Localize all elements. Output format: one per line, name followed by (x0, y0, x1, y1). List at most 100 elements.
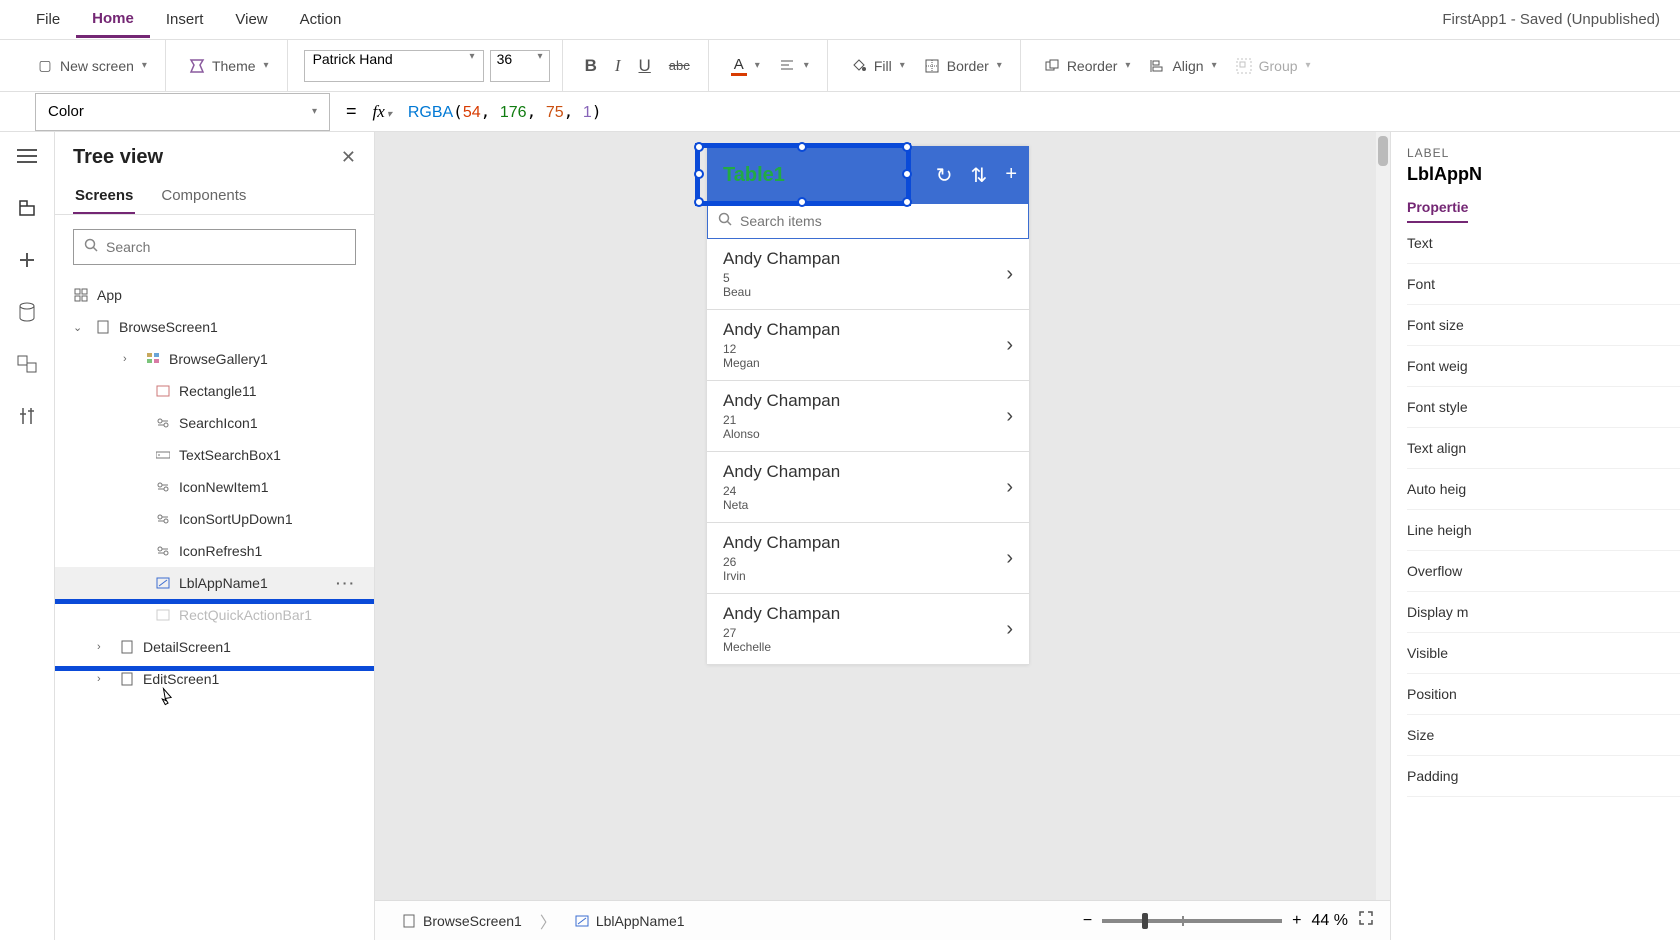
sort-icon[interactable]: ⇅ (971, 163, 988, 188)
add-icon[interactable] (15, 248, 39, 272)
property-row[interactable]: Visible (1407, 633, 1680, 674)
fill-button[interactable]: Fill ▾ (844, 53, 911, 79)
chevron-right-icon[interactable]: › (1006, 405, 1013, 428)
property-row[interactable]: Font weig (1407, 346, 1680, 387)
gallery-item[interactable]: Andy Champan12Megan› (707, 310, 1029, 381)
refresh-icon[interactable]: ↻ (936, 163, 953, 188)
fit-screen-button[interactable] (1358, 910, 1374, 931)
tree-item-textsearch[interactable]: TextSearchBox1 (55, 439, 374, 471)
data-icon[interactable] (15, 300, 39, 324)
menu-insert[interactable]: Insert (150, 3, 220, 36)
gallery-item[interactable]: Andy Champan27Mechelle› (707, 594, 1029, 665)
expand-icon[interactable]: › (97, 673, 111, 685)
property-row[interactable]: Display m (1407, 592, 1680, 633)
theme-button[interactable]: Theme ▾ (182, 53, 275, 79)
chevron-right-icon[interactable]: › (1006, 263, 1013, 286)
tree-view-icon[interactable] (15, 196, 39, 220)
plus-icon[interactable]: + (1005, 163, 1017, 188)
item-subtitle: Alonso (723, 427, 1006, 441)
property-row[interactable]: Line heigh (1407, 510, 1680, 551)
breadcrumb-control[interactable]: LblAppName1 (564, 909, 695, 933)
tree-item-gallery[interactable]: › BrowseGallery1 (55, 343, 374, 375)
property-row[interactable]: Text align (1407, 428, 1680, 469)
expand-icon[interactable]: › (123, 353, 137, 365)
rectangle-icon (155, 383, 171, 399)
fx-icon[interactable]: fx▾ (373, 102, 398, 122)
vertical-scrollbar[interactable] (1376, 132, 1390, 900)
close-icon[interactable]: ✕ (341, 147, 356, 168)
properties-tab[interactable]: Propertie (1407, 199, 1468, 223)
expand-icon[interactable]: › (97, 641, 111, 653)
text-align-button[interactable]: ▾ (772, 53, 815, 79)
chevron-right-icon[interactable]: › (1006, 618, 1013, 641)
reorder-button[interactable]: Reorder ▾ (1037, 53, 1137, 79)
more-icon[interactable]: ··· (336, 575, 356, 591)
align-button[interactable]: Align ▾ (1142, 53, 1222, 79)
gallery-item[interactable]: Andy Champan24Neta› (707, 452, 1029, 523)
screen-icon (401, 913, 417, 929)
font-size-value: 36 (497, 51, 513, 67)
chevron-right-icon[interactable]: › (1006, 334, 1013, 357)
tree-item-detailscreen[interactable]: › DetailScreen1 (55, 631, 374, 663)
border-button[interactable]: Border ▾ (917, 53, 1008, 79)
font-color-button[interactable]: A ▾ (725, 52, 766, 80)
tree-item-app[interactable]: App (55, 279, 374, 311)
tree-item-lblappname[interactable]: LblAppName1 ··· (55, 567, 374, 599)
tree-search-box[interactable] (73, 229, 356, 265)
tree-item-searchicon[interactable]: SearchIcon1 (55, 407, 374, 439)
tree-item-iconnew[interactable]: IconNewItem1 (55, 471, 374, 503)
font-size-select[interactable]: 36 ▾ (490, 50, 550, 82)
tab-components[interactable]: Components (159, 179, 248, 214)
property-row[interactable]: Font (1407, 264, 1680, 305)
hamburger-icon[interactable] (15, 144, 39, 168)
menu-view[interactable]: View (219, 3, 283, 36)
property-row[interactable]: Font size (1407, 305, 1680, 346)
tree-search-input[interactable] (106, 239, 345, 255)
bold-button[interactable]: B (579, 52, 603, 80)
tree-item-rectbar[interactable]: RectQuickActionBar1 (55, 599, 374, 631)
align-left-icon (778, 57, 796, 75)
strikethrough-button[interactable]: abc (663, 54, 696, 77)
menu-file[interactable]: File (20, 3, 76, 36)
app-header: Table1 ↻ ⇅ + (707, 146, 1029, 204)
property-row[interactable]: Auto heig (1407, 469, 1680, 510)
underline-button[interactable]: U (633, 52, 657, 80)
tree-item-editscreen[interactable]: › EditScreen1 (55, 663, 374, 695)
tree-item-iconsort[interactable]: IconSortUpDown1 (55, 503, 374, 535)
tools-icon[interactable] (15, 404, 39, 428)
property-row[interactable]: Text (1407, 223, 1680, 264)
menu-home[interactable]: Home (76, 2, 150, 38)
property-select[interactable]: Color ▾ (35, 93, 330, 131)
breadcrumb-screen[interactable]: BrowseScreen1 (391, 909, 532, 933)
tree-item-iconrefresh[interactable]: IconRefresh1 (55, 535, 374, 567)
group-button[interactable]: Group ▾ (1229, 53, 1317, 79)
property-row[interactable]: Position (1407, 674, 1680, 715)
chevron-right-icon[interactable]: › (1006, 547, 1013, 570)
font-name-select[interactable]: Patrick Hand ▾ (304, 50, 484, 82)
property-row[interactable]: Padding (1407, 756, 1680, 797)
tree-item-rectangle[interactable]: Rectangle11 (55, 375, 374, 407)
chevron-right-icon[interactable]: › (1006, 476, 1013, 499)
zoom-slider[interactable] (1102, 919, 1282, 923)
chevron-down-icon: ▾ (470, 51, 475, 62)
property-row[interactable]: Overflow (1407, 551, 1680, 592)
gallery-item[interactable]: Andy Champan26Irvin› (707, 523, 1029, 594)
preview-search-input[interactable] (740, 213, 1018, 229)
new-screen-button[interactable]: ▢ New screen ▾ (30, 53, 153, 79)
tab-screens[interactable]: Screens (73, 179, 135, 214)
gallery-item[interactable]: Andy Champan21Alonso› (707, 381, 1029, 452)
canvas-area[interactable]: Table1 ↻ ⇅ + Andy Champan5Beau›Andy Cham… (375, 132, 1390, 940)
preview-search-box[interactable] (707, 203, 1029, 239)
italic-button[interactable]: I (609, 52, 627, 80)
item-subtitle: Megan (723, 356, 1006, 370)
collapse-icon[interactable]: ⌄ (73, 321, 87, 334)
media-icon[interactable] (15, 352, 39, 376)
formula-input[interactable]: RGBA(54, 176, 75, 1) (398, 102, 1680, 122)
menu-action[interactable]: Action (284, 3, 358, 36)
zoom-in-button[interactable]: + (1292, 912, 1301, 930)
zoom-out-button[interactable]: − (1083, 912, 1092, 930)
tree-item-browsescreen[interactable]: ⌄ BrowseScreen1 (55, 311, 374, 343)
property-row[interactable]: Size (1407, 715, 1680, 756)
property-row[interactable]: Font style (1407, 387, 1680, 428)
gallery-item[interactable]: Andy Champan5Beau› (707, 239, 1029, 310)
